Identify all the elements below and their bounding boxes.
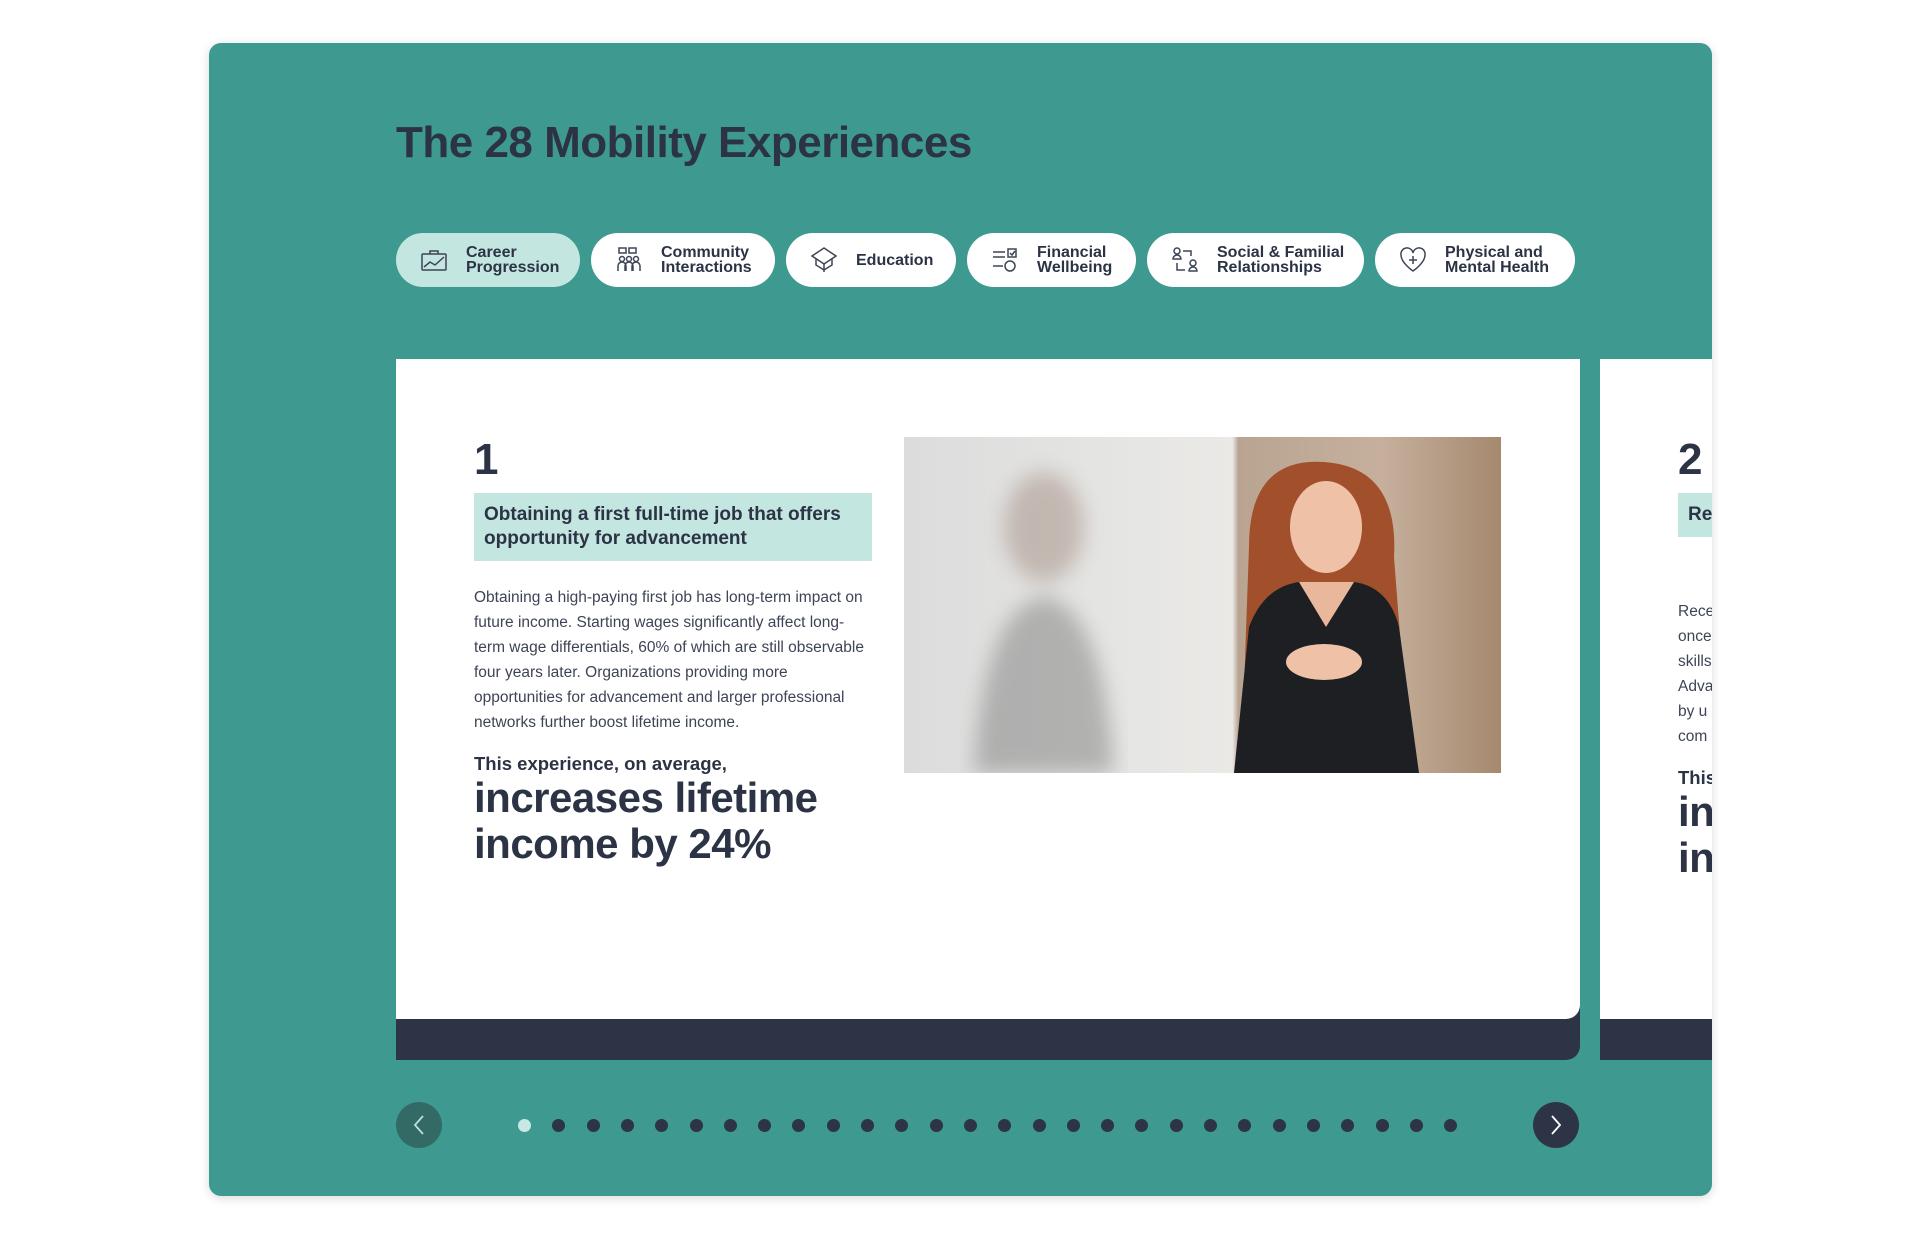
pagination-dot[interactable] xyxy=(1066,1119,1080,1132)
pagination-dot[interactable] xyxy=(1032,1119,1046,1132)
tab-label: Community Interactions xyxy=(661,244,752,276)
pagination-dot[interactable] xyxy=(620,1119,634,1132)
pagination-dot[interactable] xyxy=(1238,1119,1252,1132)
page-title: The 28 Mobility Experiences xyxy=(396,118,972,167)
impact-lead: This experience, on average, xyxy=(474,753,727,774)
pagination-dot[interactable] xyxy=(1444,1119,1458,1132)
heart-plus-icon xyxy=(1400,247,1426,272)
pagination-dot[interactable] xyxy=(586,1119,600,1132)
pagination-dot[interactable] xyxy=(1204,1119,1217,1132)
pagination-dot[interactable] xyxy=(826,1119,840,1132)
pagination-dot[interactable] xyxy=(723,1119,737,1132)
people-connect-icon xyxy=(1172,247,1198,272)
pagination-dot[interactable] xyxy=(1135,1119,1149,1132)
graduation-cap-icon xyxy=(810,247,838,272)
briefcase-chart-icon xyxy=(421,250,447,271)
tab-career-progression[interactable]: Career Progression xyxy=(396,233,580,287)
pagination-dot[interactable] xyxy=(929,1119,943,1132)
pagination-dot[interactable] xyxy=(758,1119,772,1132)
pagination-dot[interactable] xyxy=(1272,1119,1286,1132)
pagination-dot[interactable] xyxy=(1101,1119,1115,1132)
experience-number: 1 xyxy=(474,435,499,484)
pagination-dot[interactable] xyxy=(689,1119,703,1132)
experience-description: Rece once skills Adva by u com xyxy=(1678,603,1712,745)
experience-card-next[interactable]: 2 Re Rece once skills Adva by u com This… xyxy=(1600,359,1712,1060)
pagination-dot[interactable] xyxy=(552,1119,566,1132)
pagination-dot[interactable] xyxy=(895,1119,909,1132)
pagination-dot[interactable] xyxy=(518,1119,531,1132)
pagination-dot[interactable] xyxy=(998,1119,1012,1132)
tab-label: Education xyxy=(856,251,934,269)
tab-physical-mental-health[interactable]: Physical and Mental Health xyxy=(1375,233,1575,287)
tab-education[interactable]: Education xyxy=(786,233,956,287)
woman-smiling-photo xyxy=(904,437,1501,773)
chevron-left-icon xyxy=(413,1115,424,1135)
next-button[interactable] xyxy=(1533,1102,1579,1148)
tab-financial-wellbeing[interactable]: Financial Wellbeing xyxy=(967,233,1136,287)
experience-heading: Re xyxy=(1678,493,1712,537)
tab-label: Social & Familial Relationships xyxy=(1217,244,1345,276)
experience-description: Obtaining a high-paying first job has lo… xyxy=(474,589,864,731)
tab-community-interactions[interactable]: Community Interactions xyxy=(591,233,775,287)
experience-card: 1 Obtaining a first full-time job that o… xyxy=(396,359,1580,1060)
pagination-dot[interactable] xyxy=(1409,1119,1423,1132)
impact-statement: in in xyxy=(1678,788,1712,881)
checklist-dollar-icon xyxy=(993,248,1017,272)
pagination-dot[interactable] xyxy=(963,1119,977,1132)
tab-label: Career Progression xyxy=(466,244,560,276)
impact-lead: This xyxy=(1678,767,1712,788)
pagination-dot[interactable] xyxy=(861,1119,874,1132)
experience-number: 2 xyxy=(1678,435,1703,484)
chevron-right-icon xyxy=(1551,1115,1562,1135)
pagination-dot[interactable] xyxy=(1306,1119,1320,1132)
tab-label: Financial Wellbeing xyxy=(1037,244,1113,276)
pagination-dot[interactable] xyxy=(655,1119,669,1132)
mobility-experiences-panel: The 28 Mobility Experiences Career Progr… xyxy=(209,43,1712,1196)
pagination-dot[interactable] xyxy=(792,1119,806,1132)
people-chat-icon xyxy=(617,247,641,271)
pagination-dot[interactable] xyxy=(1375,1119,1389,1132)
tab-social-familial-relationships[interactable]: Social & Familial Relationships xyxy=(1147,233,1364,287)
impact-statement: increases lifetime income by 24% xyxy=(474,774,818,867)
pagination-dot[interactable] xyxy=(1169,1119,1183,1132)
prev-button[interactable] xyxy=(396,1102,442,1148)
experience-heading: Obtaining a first full-time job that off… xyxy=(474,493,872,561)
tab-label: Physical and Mental Health xyxy=(1445,244,1550,276)
pagination-dot[interactable] xyxy=(1341,1119,1355,1132)
